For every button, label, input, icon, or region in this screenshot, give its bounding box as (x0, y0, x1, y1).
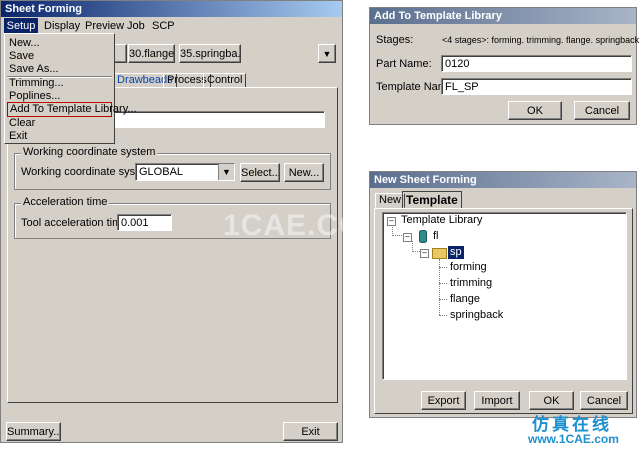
export-button[interactable]: Export (421, 391, 466, 410)
tool-accel-input[interactable]: 0.001 (117, 214, 172, 231)
cancel-button[interactable]: Cancel (580, 391, 628, 410)
menu-item-add-to-template[interactable]: Add To Template Library... (7, 102, 137, 117)
menu-item-clear[interactable]: Clear (9, 117, 35, 130)
menu-job[interactable]: Job (127, 18, 145, 34)
accel-group-title: Acceleration time (21, 196, 110, 208)
working-coord-value: GLOBAL (139, 166, 184, 178)
cylinder-icon (419, 230, 427, 243)
stage-scroll-button[interactable]: ▼ (318, 44, 336, 63)
watermark: 1CAE.COM (223, 209, 390, 242)
tree-root[interactable]: Template Library (401, 214, 482, 227)
tool-accel-label: Tool acceleration time: (21, 217, 131, 229)
tree-leaf-flange[interactable]: flange (450, 293, 480, 306)
tree-leaf-forming[interactable]: forming (450, 261, 487, 274)
template-name-input[interactable]: FL_SP (441, 78, 632, 95)
working-coord-select[interactable]: GLOBAL ▼ (135, 163, 235, 181)
tree-node-sp[interactable]: sp (448, 246, 464, 259)
template-tree: – Template Library – fl – sp forming tri… (382, 212, 627, 380)
summary-button[interactable]: Summary... (6, 422, 61, 441)
stage-button-springback[interactable]: 35.springba. (179, 44, 241, 63)
collapse-fl-icon[interactable]: – (403, 233, 412, 242)
menubar: Setup Display Preview Job SCP (1, 18, 342, 34)
tab-template[interactable]: Template (402, 191, 462, 209)
menu-setup[interactable]: Setup (4, 18, 38, 34)
menu-item-save-as[interactable]: Save As... (9, 63, 59, 76)
tree-leaf-trimming[interactable]: trimming (450, 277, 492, 290)
part-name-input[interactable]: 0120 (441, 55, 632, 72)
ok-button[interactable]: OK (529, 391, 574, 410)
part-name-label: Part Name: (376, 58, 432, 70)
menu-preview[interactable]: Preview (85, 18, 124, 34)
stages-value: <4 stages>: forming. trimming. flange. s… (442, 35, 640, 45)
menu-scp[interactable]: SCP (152, 18, 175, 34)
import-button[interactable]: Import (474, 391, 520, 410)
collapse-root-icon[interactable]: – (387, 217, 396, 226)
collapse-sp-icon[interactable]: – (420, 249, 429, 258)
menu-item-save[interactable]: Save (9, 50, 34, 63)
menu-display[interactable]: Display (44, 18, 80, 34)
chevron-down-icon[interactable]: ▼ (218, 164, 234, 180)
new-sheet-forming-dialog: New Sheet Forming New Template – Templat… (369, 171, 637, 418)
menu-item-new[interactable]: New... (9, 37, 40, 50)
stages-label: Stages: (376, 34, 414, 46)
add-template-dialog: Add To Template Library Stages: <4 stage… (369, 7, 640, 125)
menu-item-exit[interactable]: Exit (9, 130, 27, 143)
stage-button-flange[interactable]: 30.flange (128, 44, 175, 63)
top-text-field[interactable] (113, 111, 325, 128)
exit-button[interactable]: Exit (283, 422, 338, 441)
select-button[interactable]: Select... (240, 163, 280, 182)
tab-new[interactable]: New (375, 193, 406, 208)
cancel-button[interactable]: Cancel (574, 101, 630, 120)
sheet-forming-window: Sheet Forming Setup Display Preview Job … (0, 0, 388, 443)
tree-node-fl[interactable]: fl (433, 230, 439, 243)
tree-leaf-springback[interactable]: springback (450, 309, 503, 322)
working-coord-group-title: Working coordinate system (21, 146, 158, 158)
folder-open-icon (432, 248, 447, 259)
brand-url: www.1CAE.com (528, 432, 619, 446)
window-title: Sheet Forming (1, 1, 342, 17)
stage-button-partial[interactable] (113, 44, 127, 63)
tab-control[interactable]: Control (203, 73, 247, 88)
menu-item-trimming[interactable]: Trimming... (9, 77, 64, 90)
dialog-title: New Sheet Forming (370, 172, 636, 188)
dialog-title: Add To Template Library (370, 8, 636, 24)
ok-button[interactable]: OK (508, 101, 562, 120)
setup-menu: New... Save Save As... Trimming... Popli… (4, 33, 137, 144)
new-coord-button[interactable]: New... (284, 163, 324, 182)
